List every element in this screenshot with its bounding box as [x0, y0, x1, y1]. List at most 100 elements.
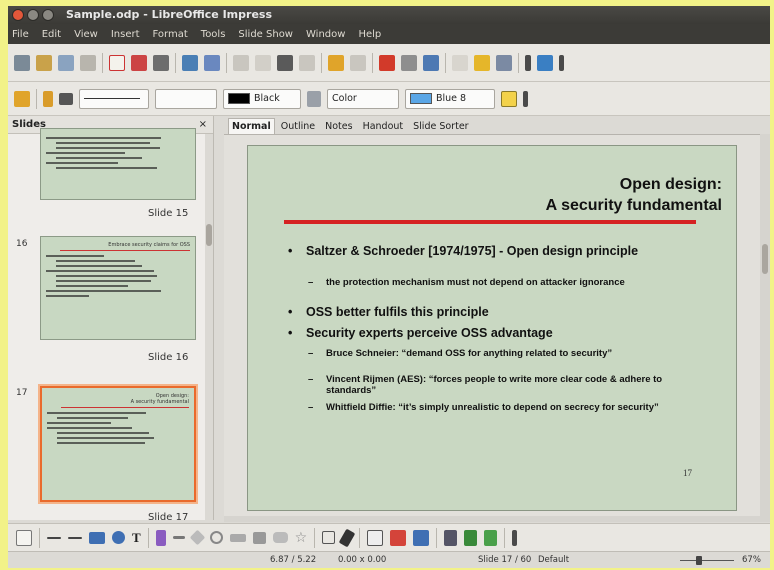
- slide-title[interactable]: Open design: A security fundamental: [546, 174, 722, 216]
- canvas-vertical-scrollbar[interactable]: [760, 134, 770, 516]
- close-pane-icon[interactable]: ×: [199, 116, 207, 134]
- tab-notes[interactable]: Notes: [321, 118, 356, 134]
- standard-toolbar: [8, 44, 770, 82]
- menu-edit[interactable]: Edit: [42, 29, 61, 40]
- slide-label: Slide 17: [148, 512, 189, 520]
- line-style-select[interactable]: [79, 88, 149, 109]
- table-icon[interactable]: [401, 54, 417, 71]
- fill-color-select[interactable]: Blue 8: [405, 88, 495, 109]
- menu-view[interactable]: View: [74, 29, 98, 40]
- menu-tools[interactable]: Tools: [201, 29, 226, 40]
- menu-format[interactable]: Format: [153, 29, 188, 40]
- tab-outline[interactable]: Outline: [277, 118, 319, 134]
- align-icon[interactable]: [464, 529, 478, 546]
- line-color-select[interactable]: Black: [223, 88, 301, 109]
- arrow-style-icon[interactable]: [59, 92, 73, 105]
- copy-icon[interactable]: [255, 54, 271, 71]
- autospellcheck-icon[interactable]: [204, 54, 220, 71]
- scrollbar-thumb[interactable]: [206, 224, 212, 246]
- bullet-level2: – Vincent Rijmen (AES): “forces people t…: [308, 374, 678, 396]
- zoom-slider-track[interactable]: [680, 560, 734, 561]
- rotate-icon[interactable]: [444, 529, 458, 546]
- slide-canvas[interactable]: Open design: A security fundamental • Sa…: [224, 134, 760, 516]
- save-icon[interactable]: [58, 54, 74, 71]
- menu-insert[interactable]: Insert: [111, 29, 140, 40]
- new-document-icon[interactable]: [14, 54, 30, 71]
- maximize-window-button[interactable]: [42, 9, 54, 21]
- basic-shapes-icon[interactable]: [189, 529, 205, 546]
- slides-pane-scrollbar[interactable]: [205, 134, 213, 520]
- tab-handout[interactable]: Handout: [359, 118, 408, 134]
- cut-icon[interactable]: [233, 54, 249, 71]
- symbol-shapes-icon[interactable]: [209, 531, 223, 544]
- points-icon[interactable]: [322, 531, 336, 544]
- impress-window: Sample.odp - LibreOffice Impress File Ed…: [8, 6, 770, 568]
- export-pdf-icon[interactable]: [131, 54, 147, 71]
- open-folder-icon[interactable]: [36, 54, 52, 71]
- shadow-icon[interactable]: [501, 90, 517, 107]
- slide-thumbnail-16[interactable]: Embrace security claims for OSS: [40, 236, 196, 340]
- bullet-dash: –: [308, 348, 314, 359]
- close-window-button[interactable]: [12, 9, 24, 21]
- thumbnail-line: [46, 295, 90, 297]
- undo-icon[interactable]: [328, 54, 344, 71]
- arrange-icon[interactable]: [484, 529, 498, 546]
- redo-icon[interactable]: [350, 54, 366, 71]
- zoom-level[interactable]: 67%: [742, 555, 761, 565]
- canvas-horizontal-scrollbar[interactable]: [224, 516, 770, 522]
- area-style-select[interactable]: Color: [327, 88, 399, 109]
- fontwork-icon[interactable]: [367, 529, 384, 546]
- block-arrows-icon[interactable]: [229, 533, 246, 542]
- connector-tool-icon[interactable]: [172, 536, 185, 539]
- navigator-icon[interactable]: [474, 54, 490, 71]
- insert-image-icon[interactable]: [390, 529, 407, 546]
- grid-icon[interactable]: [452, 54, 468, 71]
- toolbar-options-icon[interactable]: [559, 54, 564, 71]
- insert-frame-icon[interactable]: [413, 529, 430, 546]
- toolbar-options-icon[interactable]: [512, 529, 518, 546]
- chart-icon[interactable]: [379, 54, 395, 71]
- glue-points-icon[interactable]: [338, 528, 356, 547]
- callouts-icon[interactable]: [272, 532, 288, 543]
- menu-slide-show[interactable]: Slide Show: [238, 29, 293, 40]
- email-icon[interactable]: [80, 54, 96, 71]
- ellipse-tool-icon[interactable]: [112, 531, 125, 544]
- line-icon[interactable]: [43, 90, 53, 107]
- flowchart-icon[interactable]: [252, 531, 266, 544]
- pane-splitter[interactable]: [214, 116, 224, 520]
- zoom-slider-handle[interactable]: [696, 556, 702, 565]
- bullet-level1: • OSS better fulfils this principle: [288, 305, 688, 320]
- tab-slide-sorter[interactable]: Slide Sorter: [409, 118, 472, 134]
- text-tool-icon[interactable]: T: [132, 530, 141, 546]
- line-tool-icon[interactable]: [47, 536, 61, 539]
- print-icon[interactable]: [153, 54, 169, 71]
- minimize-window-button[interactable]: [27, 9, 39, 21]
- thumbnail-line: [46, 255, 104, 257]
- paste-icon[interactable]: [277, 54, 293, 71]
- edit-file-icon[interactable]: [109, 54, 125, 71]
- spellcheck-icon[interactable]: [182, 54, 198, 71]
- select-arrow-icon[interactable]: [16, 529, 32, 546]
- stars-icon[interactable]: ☆: [295, 530, 308, 546]
- menu-file[interactable]: File: [12, 29, 29, 40]
- menu-help[interactable]: Help: [358, 29, 381, 40]
- slide-icon[interactable]: [525, 54, 531, 71]
- curve-tool-icon[interactable]: [155, 529, 166, 546]
- rectangle-tool-icon[interactable]: [89, 531, 105, 544]
- line-width-field[interactable]: [155, 88, 217, 109]
- current-slide[interactable]: Open design: A security fundamental • Sa…: [247, 145, 737, 511]
- tab-normal[interactable]: Normal: [228, 118, 275, 134]
- clone-formatting-icon[interactable]: [299, 54, 315, 71]
- slide-thumbnail-15[interactable]: [40, 128, 196, 200]
- scrollbar-thumb[interactable]: [762, 244, 768, 274]
- image-icon[interactable]: [423, 54, 439, 71]
- arrow-tool-icon[interactable]: [68, 536, 82, 539]
- help-icon[interactable]: [537, 54, 553, 71]
- area-icon[interactable]: [307, 90, 321, 107]
- slide-thumbnail-17[interactable]: Open design: A security fundamental: [40, 386, 196, 502]
- toolbar-options-icon[interactable]: [523, 90, 528, 107]
- menu-window[interactable]: Window: [306, 29, 345, 40]
- bullet-level1: • Security experts perceive OSS advantag…: [288, 326, 688, 341]
- style-icon[interactable]: [14, 90, 30, 107]
- zoom-icon[interactable]: [496, 54, 512, 71]
